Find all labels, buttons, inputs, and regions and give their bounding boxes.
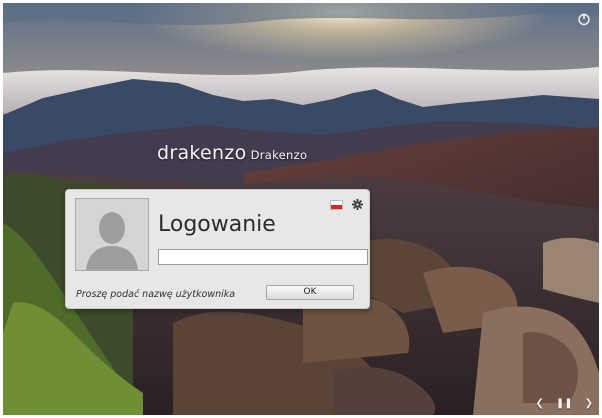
slideshow-controls: ❮ ❚❚ ❯ [535,398,593,409]
hostname-subtitle: Drakenzo [250,148,308,162]
hostname-label: drakenzo Drakenzo [157,142,307,164]
login-dialog: Logowanie Proszę podać nazwę użytkownika… [65,189,370,309]
power-icon[interactable] [577,12,591,26]
login-title: Logowanie [158,212,276,237]
user-avatar [75,198,149,271]
pause-icon[interactable]: ❚❚ [556,398,573,409]
flag-pl-icon[interactable] [330,200,343,210]
chevron-left-icon[interactable]: ❮ [535,398,543,409]
user-silhouette-icon [76,199,148,270]
gear-icon[interactable] [352,199,363,210]
ok-button[interactable]: OK [266,285,354,300]
login-screen: drakenzo Drakenzo Logowanie Proszę podać… [3,3,599,415]
username-prompt: Proszę podać nazwę użytkownika [76,289,236,300]
chevron-right-icon[interactable]: ❯ [585,398,593,409]
hostname-text: drakenzo [157,142,247,164]
username-input[interactable] [158,249,368,265]
